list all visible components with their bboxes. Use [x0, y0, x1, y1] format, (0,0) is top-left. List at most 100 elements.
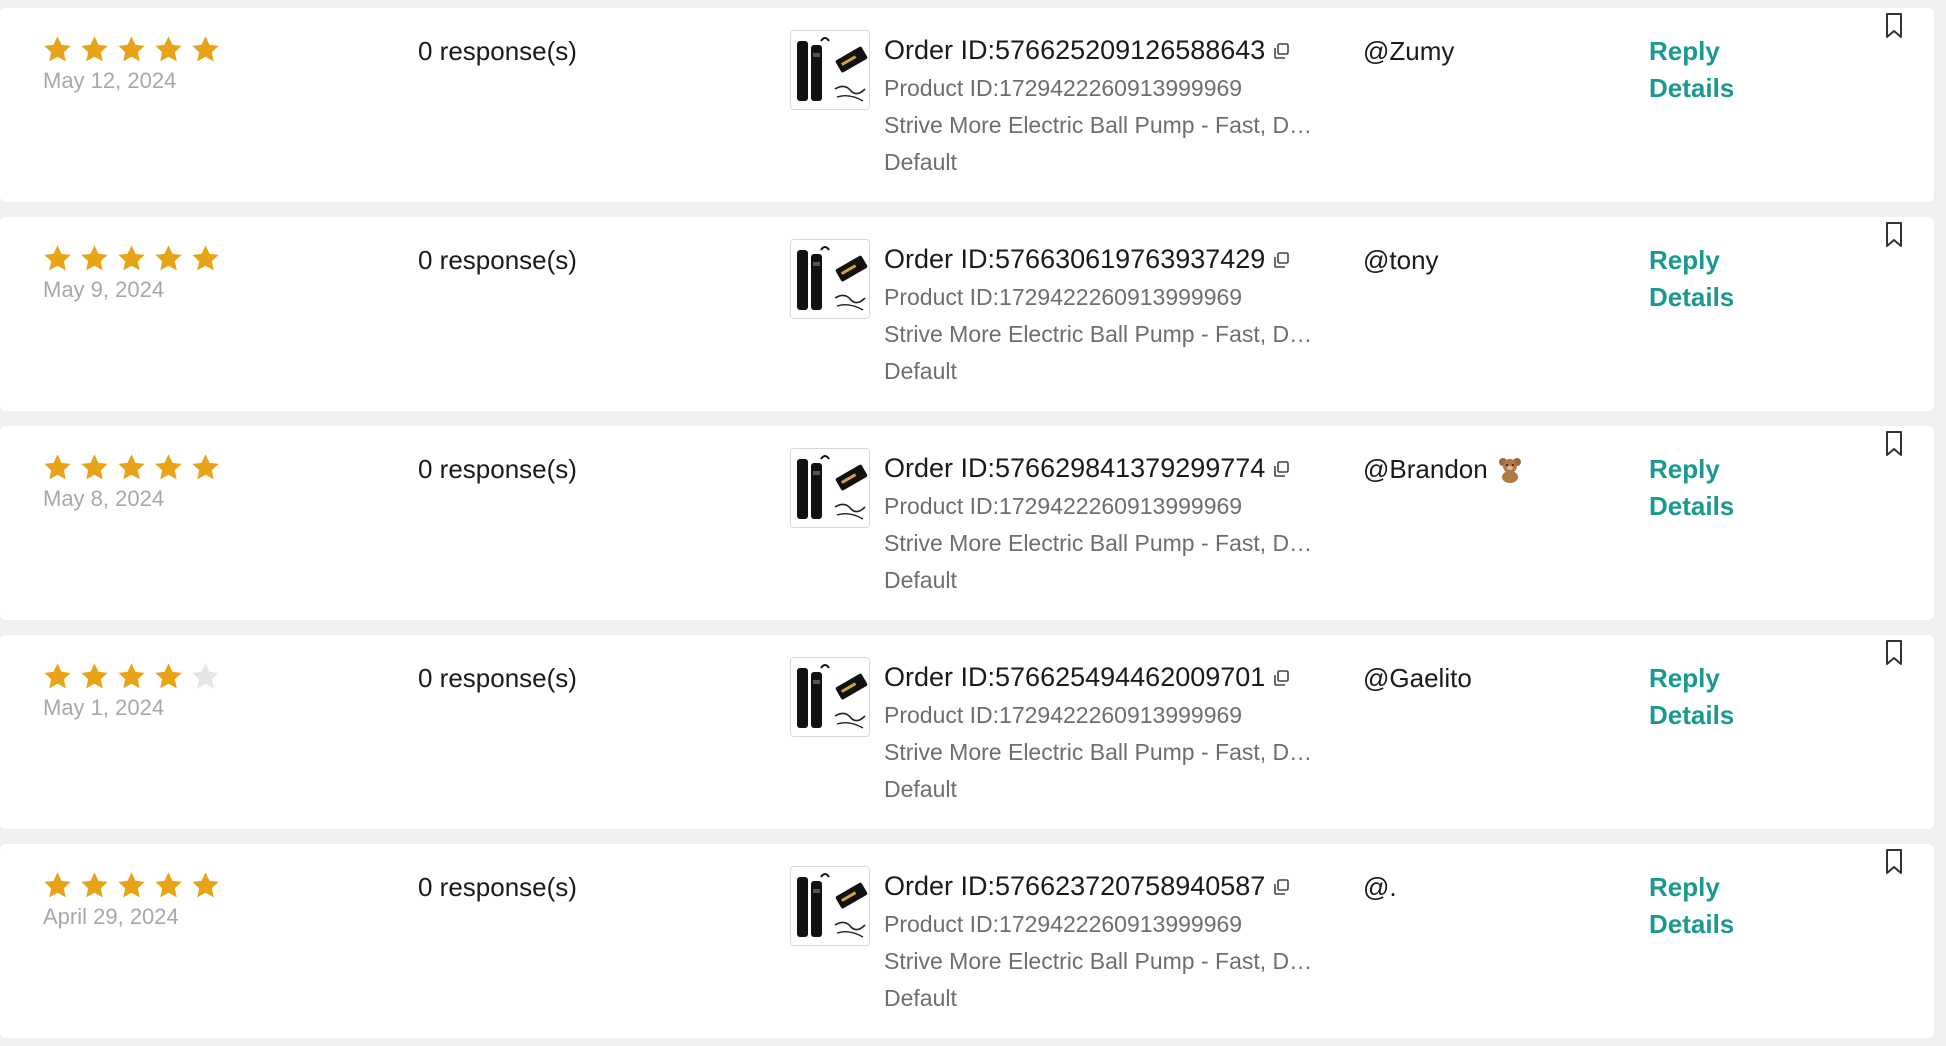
reply-link[interactable]: Reply	[1649, 245, 1720, 276]
response-count: 0 response(s)	[418, 872, 577, 902]
order-id: Order ID:576625209126588643	[884, 35, 1291, 66]
product-variant: Default	[884, 985, 957, 1011]
product-variant: Default	[884, 358, 957, 384]
review-date: April 29, 2024	[43, 904, 179, 929]
star-filled-icon	[190, 243, 221, 274]
star-rating	[42, 870, 221, 901]
product-id: Product ID:1729422260913999969	[884, 911, 1243, 937]
star-filled-icon	[190, 34, 221, 65]
star-filled-icon	[116, 452, 147, 483]
product-name: Strive More Electric Ball Pump - Fast, D…	[884, 948, 1314, 974]
star-filled-icon	[79, 243, 110, 274]
reply-link[interactable]: Reply	[1649, 872, 1720, 903]
reviewer-name: @tony	[1363, 245, 1439, 276]
review-date: May 8, 2024	[43, 486, 165, 511]
response-count: 0 response(s)	[418, 36, 577, 66]
product-id: Product ID:1729422260913999969	[884, 75, 1243, 101]
star-filled-icon	[190, 870, 221, 901]
order-id: Order ID:576625494462009701	[884, 662, 1291, 693]
star-filled-icon	[116, 661, 147, 692]
review-date: May 12, 2024	[43, 68, 177, 93]
reviewer-handle: @Brandon	[1363, 454, 1488, 484]
reviewer-handle: @.	[1363, 872, 1397, 902]
star-rating	[42, 452, 221, 483]
copy-icon[interactable]	[1271, 668, 1291, 688]
star-filled-icon	[116, 243, 147, 274]
bookmark-icon[interactable]	[1882, 12, 1906, 40]
reviewer-handle: @Zumy	[1363, 36, 1455, 66]
order-id: Order ID:576630619763937429	[884, 244, 1291, 275]
star-filled-icon	[153, 243, 184, 274]
reviewer-handle: @tony	[1363, 245, 1439, 275]
product-thumbnail[interactable]	[790, 866, 870, 946]
order-id-text: Order ID:576625494462009701	[884, 662, 1266, 692]
star-rating	[42, 243, 221, 274]
star-filled-icon	[190, 452, 221, 483]
bookmark-icon[interactable]	[1882, 848, 1906, 876]
reply-link[interactable]: Reply	[1649, 454, 1720, 485]
details-link[interactable]: Details	[1649, 282, 1734, 313]
star-rating	[42, 661, 221, 692]
details-link[interactable]: Details	[1649, 909, 1734, 940]
order-id: Order ID:576629841379299774	[884, 453, 1291, 484]
product-thumbnail[interactable]	[790, 30, 870, 110]
reply-link[interactable]: Reply	[1649, 36, 1720, 67]
copy-icon[interactable]	[1271, 877, 1291, 897]
star-filled-icon	[79, 870, 110, 901]
bookmark-icon[interactable]	[1882, 221, 1906, 249]
product-name: Strive More Electric Ball Pump - Fast, D…	[884, 321, 1314, 347]
bookmark-icon[interactable]	[1882, 639, 1906, 667]
review-row: May 9, 2024 0 response(s) Order ID:57663…	[0, 217, 1934, 411]
review-date: May 1, 2024	[43, 695, 165, 720]
review-row: May 12, 2024 0 response(s) Order ID:5766…	[0, 8, 1934, 202]
order-id-text: Order ID:576625209126588643	[884, 35, 1266, 65]
copy-icon[interactable]	[1271, 459, 1291, 479]
reviewer-name: @.	[1363, 872, 1397, 903]
order-id-text: Order ID:576623720758940587	[884, 871, 1266, 901]
star-filled-icon	[42, 661, 73, 692]
product-variant: Default	[884, 776, 957, 802]
details-link[interactable]: Details	[1649, 491, 1734, 522]
teddy-bear-icon	[1496, 456, 1524, 484]
product-id: Product ID:1729422260913999969	[884, 284, 1243, 310]
star-filled-icon	[153, 34, 184, 65]
star-filled-icon	[42, 452, 73, 483]
product-name: Strive More Electric Ball Pump - Fast, D…	[884, 530, 1314, 556]
bookmark-icon[interactable]	[1882, 430, 1906, 458]
response-count: 0 response(s)	[418, 454, 577, 484]
review-row: April 29, 2024 0 response(s) Order ID:57…	[0, 844, 1934, 1038]
product-variant: Default	[884, 149, 957, 175]
product-thumbnail[interactable]	[790, 448, 870, 528]
star-filled-icon	[79, 661, 110, 692]
star-filled-icon	[79, 34, 110, 65]
reviewer-name: @Brandon	[1363, 454, 1524, 485]
star-filled-icon	[153, 661, 184, 692]
star-filled-icon	[153, 452, 184, 483]
reviewer-name: @Gaelito	[1363, 663, 1472, 694]
reviewer-name: @Zumy	[1363, 36, 1454, 67]
copy-icon[interactable]	[1271, 250, 1291, 270]
reply-link[interactable]: Reply	[1649, 663, 1720, 694]
product-name: Strive More Electric Ball Pump - Fast, D…	[884, 112, 1314, 138]
reviewer-handle: @Gaelito	[1363, 663, 1472, 693]
product-id: Product ID:1729422260913999969	[884, 702, 1243, 728]
star-filled-icon	[42, 870, 73, 901]
product-thumbnail[interactable]	[790, 657, 870, 737]
order-id: Order ID:576623720758940587	[884, 871, 1291, 902]
product-id: Product ID:1729422260913999969	[884, 493, 1243, 519]
review-date: May 9, 2024	[43, 277, 165, 302]
copy-icon[interactable]	[1271, 41, 1291, 61]
star-filled-icon	[116, 34, 147, 65]
product-thumbnail[interactable]	[790, 239, 870, 319]
product-variant: Default	[884, 567, 957, 593]
star-filled-icon	[42, 243, 73, 274]
star-rating	[42, 34, 221, 65]
star-filled-icon	[79, 452, 110, 483]
review-row: May 8, 2024 0 response(s) Order ID:57662…	[0, 426, 1934, 620]
response-count: 0 response(s)	[418, 245, 577, 275]
star-filled-icon	[153, 870, 184, 901]
order-id-text: Order ID:576630619763937429	[884, 244, 1266, 274]
review-row: May 1, 2024 0 response(s) Order ID:57662…	[0, 635, 1934, 829]
details-link[interactable]: Details	[1649, 700, 1734, 731]
details-link[interactable]: Details	[1649, 73, 1734, 104]
